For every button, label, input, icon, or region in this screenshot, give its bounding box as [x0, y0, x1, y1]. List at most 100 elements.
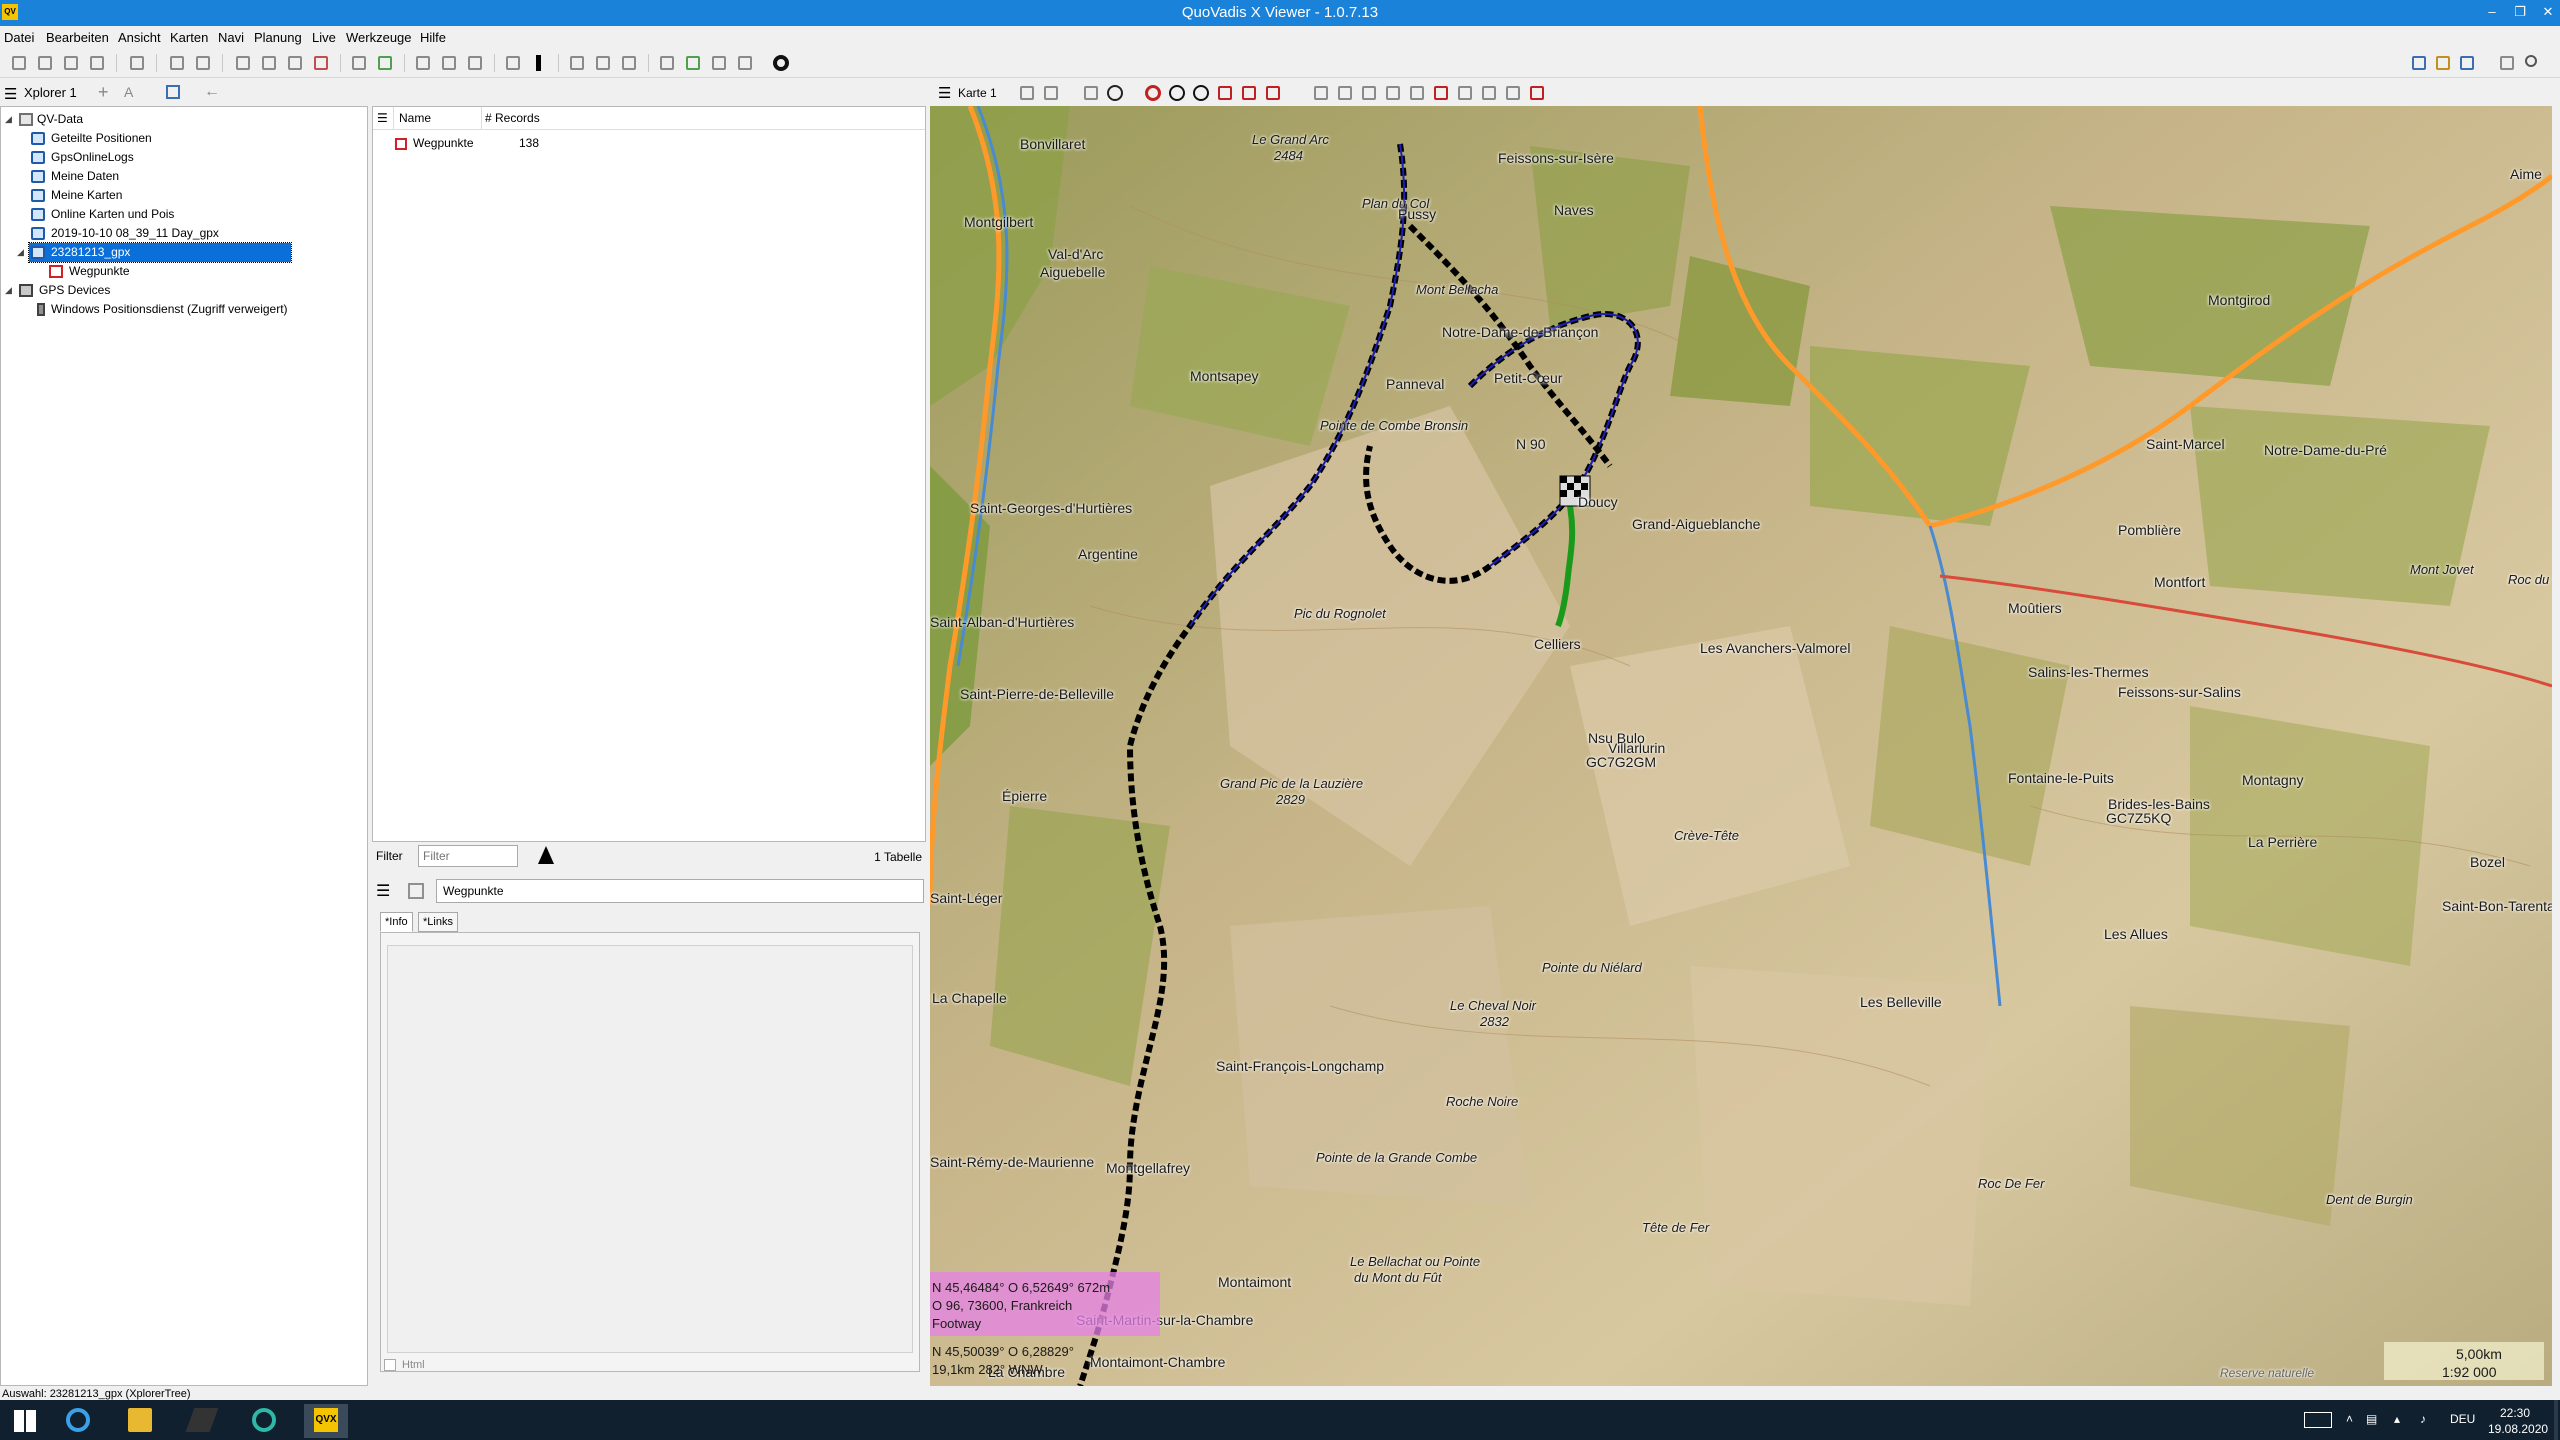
delete-icon[interactable] — [310, 52, 332, 74]
grid-tool-icon[interactable] — [1526, 82, 1548, 104]
add-track-icon[interactable] — [86, 52, 108, 74]
select-icon[interactable] — [412, 52, 434, 74]
detail-icon[interactable] — [408, 883, 424, 899]
measure-tool-icon[interactable] — [1478, 82, 1500, 104]
menu-bearbeiten[interactable]: Bearbeiten — [46, 30, 109, 45]
edge-icon[interactable] — [242, 1404, 286, 1438]
tree-item-23281213-gpx[interactable]: ◢ 23281213_gpx — [17, 242, 292, 263]
zoom-area-icon[interactable] — [1238, 82, 1260, 104]
volume-icon[interactable]: ♪ — [2420, 1412, 2426, 1426]
elevation-icon[interactable] — [682, 52, 704, 74]
zoom-in-icon[interactable] — [1166, 82, 1188, 104]
detail-title-field[interactable]: Wegpunkte — [436, 879, 924, 903]
menu-navi[interactable]: Navi — [218, 30, 244, 45]
copy-icon[interactable] — [258, 52, 280, 74]
layout-2-icon[interactable] — [2432, 52, 2454, 74]
paste-icon[interactable] — [284, 52, 306, 74]
link-icon[interactable] — [166, 85, 180, 99]
tab-links[interactable]: *Links — [418, 912, 458, 932]
new-waypoint-icon[interactable] — [8, 52, 30, 74]
tree-item-wegpunkte[interactable]: Wegpunkte — [33, 262, 353, 281]
language-indicator[interactable]: DEU — [2450, 1412, 2475, 1426]
settings-gear-icon[interactable] — [770, 52, 792, 74]
tools-icon[interactable] — [656, 52, 678, 74]
layers-icon[interactable] — [1016, 82, 1038, 104]
search-icon[interactable] — [2522, 52, 2544, 74]
window-icon[interactable] — [502, 52, 524, 74]
clock-date[interactable]: 19.08.2020 — [2488, 1422, 2548, 1436]
zoom-reset-icon[interactable] — [1262, 82, 1284, 104]
star-tool-icon[interactable] — [1406, 82, 1428, 104]
image-icon[interactable] — [708, 52, 730, 74]
menu-datei[interactable]: Datei — [4, 30, 34, 45]
file-explorer-icon[interactable] — [118, 1404, 162, 1438]
send-icon[interactable] — [618, 52, 640, 74]
tree-item-online-karten[interactable]: Online Karten und Pois — [17, 205, 357, 224]
move-tool-icon[interactable] — [1454, 82, 1476, 104]
table-menu-icon[interactable]: ☰ — [377, 111, 388, 125]
keyboard-icon[interactable] — [2304, 1412, 2332, 1428]
map-view[interactable]: Bonvillaret Le Grand Arc 2484 Feissons-s… — [930, 106, 2552, 1386]
track-tool-icon[interactable] — [1358, 82, 1380, 104]
cross-tool-icon[interactable] — [1430, 82, 1452, 104]
zoom-out-icon[interactable] — [1190, 82, 1212, 104]
back-icon[interactable]: ← — [204, 83, 220, 101]
waypoint-tool-icon[interactable] — [1310, 82, 1332, 104]
add-icon[interactable] — [60, 52, 82, 74]
import-icon[interactable] — [566, 52, 588, 74]
print-icon[interactable] — [126, 52, 148, 74]
cut-icon[interactable] — [232, 52, 254, 74]
network-icon[interactable]: ▤ — [2366, 1412, 2377, 1426]
column-header-name[interactable]: Name — [399, 111, 431, 125]
tray-chevron-icon[interactable]: ˄ — [2346, 1412, 2353, 1426]
filter-tool-icon[interactable] — [1382, 82, 1404, 104]
tree-item-day-gpx[interactable]: 2019-10-10 08_39_11 Day_gpx — [17, 224, 357, 243]
menu-hilfe[interactable]: Hilfe — [420, 30, 446, 45]
select-tool-icon[interactable] — [1502, 82, 1524, 104]
list-icon[interactable] — [2496, 52, 2518, 74]
menu-karten[interactable]: Karten — [170, 30, 208, 45]
tree-item-gps-devices[interactable]: ◢ GPS Devices — [5, 281, 365, 300]
new-route-icon[interactable] — [34, 52, 56, 74]
tab-info[interactable]: *Info — [380, 912, 413, 932]
export-icon[interactable] — [592, 52, 614, 74]
clear-select-icon[interactable] — [464, 52, 486, 74]
undo-icon[interactable] — [348, 52, 370, 74]
layout-icon[interactable] — [2408, 52, 2430, 74]
app-icon[interactable] — [180, 1404, 224, 1438]
tree-item-windows-positionsdienst[interactable]: Windows Positionsdienst (Zugriff verweig… — [17, 300, 363, 319]
tree-item-geteilte-positionen[interactable]: Geteilte Positionen — [17, 129, 357, 148]
minimize-icon[interactable]: – — [2478, 2, 2506, 22]
sort-direction-icon[interactable] — [538, 846, 554, 864]
grid-icon[interactable] — [734, 52, 756, 74]
upload-icon[interactable] — [192, 52, 214, 74]
tree-item-meine-daten[interactable]: Meine Daten — [17, 167, 357, 186]
show-desktop-button[interactable] — [2554, 1400, 2558, 1440]
filter-input[interactable] — [418, 845, 518, 867]
wifi-icon[interactable]: ▴ — [2394, 1412, 2400, 1426]
menu-planung[interactable]: Planung — [254, 30, 302, 45]
tree-item-meine-karten[interactable]: Meine Karten — [17, 186, 357, 205]
zoom-in-red-icon[interactable] — [1142, 82, 1164, 104]
map-menu-icon[interactable]: ☰ — [938, 84, 951, 102]
map-copy-icon[interactable] — [1080, 82, 1102, 104]
download-icon[interactable] — [166, 52, 188, 74]
expand-icon[interactable]: ◢ — [5, 281, 17, 300]
clock-icon[interactable] — [1104, 82, 1126, 104]
info-icon[interactable] — [528, 52, 550, 74]
add-icon[interactable]: + — [98, 82, 109, 103]
expand-icon[interactable]: ◢ — [17, 243, 29, 262]
layers-2-icon[interactable] — [1040, 82, 1062, 104]
route-tool-icon[interactable] — [1334, 82, 1356, 104]
close-icon[interactable]: ✕ — [2534, 2, 2560, 22]
zoom-select-icon[interactable] — [438, 52, 460, 74]
explorer-menu-icon[interactable]: ☰ — [4, 85, 17, 103]
column-header-records[interactable]: # Records — [485, 111, 540, 125]
zoom-fit-icon[interactable] — [1214, 82, 1236, 104]
layout-3-icon[interactable] — [2456, 52, 2478, 74]
rename-icon[interactable]: A — [124, 84, 133, 100]
start-button[interactable] — [2, 1404, 46, 1438]
menu-ansicht[interactable]: Ansicht — [118, 30, 161, 45]
checkbox-icon[interactable] — [384, 1359, 396, 1372]
tree-item-gpsonlinelogs[interactable]: GpsOnlineLogs — [17, 148, 357, 167]
